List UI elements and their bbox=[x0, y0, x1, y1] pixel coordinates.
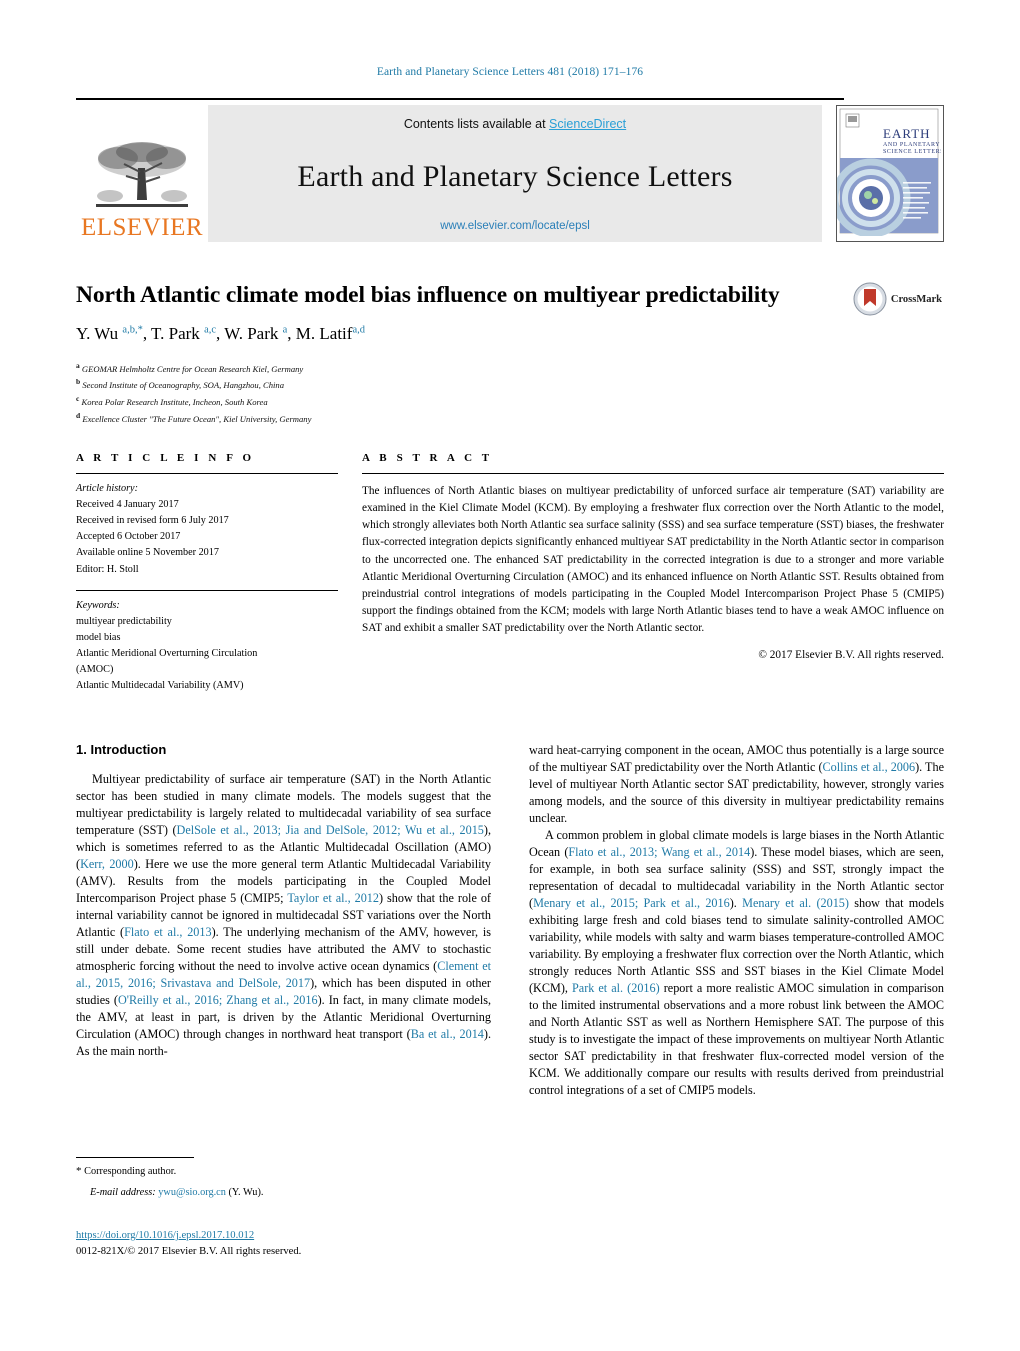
corresponding-author-text: Corresponding author. bbox=[84, 1166, 177, 1177]
author-list: Y. Wu a,b,*, T. Park a,c, W. Park a, M. … bbox=[76, 323, 365, 343]
section-heading-introduction: 1. Introduction bbox=[76, 742, 167, 757]
email-label: E-mail address: bbox=[90, 1186, 156, 1198]
affiliation-mark: a bbox=[76, 360, 80, 370]
affiliation-text: GEOMAR Helmholtz Centre for Ocean Resear… bbox=[81, 363, 304, 374]
keywords-block: Keywords: multiyear predictability model… bbox=[76, 598, 338, 695]
elsevier-logo: ELSEVIER bbox=[76, 105, 208, 242]
elsevier-tree-icon bbox=[96, 142, 188, 207]
keywords-label: Keywords: bbox=[76, 599, 120, 611]
affiliation-mark: d bbox=[76, 410, 81, 420]
affiliation-mark: c bbox=[76, 394, 80, 403]
history-item: Editor: H. Stoll bbox=[76, 563, 139, 575]
svg-text:EARTH: EARTH bbox=[883, 126, 931, 141]
info-abstract-region: A R T I C L E I N F O Article history: R… bbox=[76, 452, 944, 694]
masthead-top-rule bbox=[76, 98, 844, 100]
article-history-label: Article history: bbox=[76, 483, 138, 494]
keyword-item: Atlantic Meridional Overturning Circulat… bbox=[76, 647, 258, 659]
history-item: Available online 5 November 2017 bbox=[76, 547, 219, 559]
journal-cover-art: EARTH AND PLANETARY SCIENCE LETTERS bbox=[837, 106, 943, 238]
email-suffix: (Y. Wu). bbox=[228, 1186, 264, 1198]
crossmark-icon bbox=[853, 282, 887, 316]
crossmark-badge[interactable]: CrossMark bbox=[853, 282, 942, 316]
keyword-item: (AMOC) bbox=[76, 664, 114, 676]
affiliation-text: Excellence Cluster "The Future Ocean", K… bbox=[82, 413, 312, 424]
abstract-rule bbox=[362, 473, 944, 474]
article-history-block: Article history: Received 4 January 2017… bbox=[76, 481, 338, 578]
elsevier-wordmark: ELSEVIER bbox=[80, 214, 204, 241]
affiliation-item: c Korea Polar Research Institute, Incheo… bbox=[76, 393, 944, 410]
article-title-block: North Atlantic climate model bias influe… bbox=[76, 282, 944, 426]
keyword-item: multiyear predictability bbox=[76, 615, 172, 627]
history-item: Received 4 January 2017 bbox=[76, 499, 179, 511]
affiliation-text: Korea Polar Research Institute, Incheon,… bbox=[81, 396, 268, 407]
body-column-right: ward heat-carrying component in the ocea… bbox=[529, 742, 944, 1099]
doi-link[interactable]: https://doi.org/10.1016/j.epsl.2017.10.0… bbox=[76, 1230, 254, 1241]
affiliation-list: a GEOMAR Helmholtz Centre for Ocean Rese… bbox=[76, 360, 944, 427]
body-columns: 1. Introduction Multiyear predictability… bbox=[76, 742, 944, 1099]
doi-block: https://doi.org/10.1016/j.epsl.2017.10.0… bbox=[76, 1228, 506, 1261]
footnote-block: * Corresponding author. E-mail address: … bbox=[76, 1157, 491, 1200]
affiliation-text: Second Institute of Oceanography, SOA, H… bbox=[82, 380, 285, 391]
journal-homepage-link[interactable]: www.elsevier.com/locate/epsl bbox=[208, 220, 822, 232]
corresponding-author-note: * Corresponding author. bbox=[76, 1163, 491, 1180]
intro-paragraph-cont: ward heat-carrying component in the ocea… bbox=[529, 743, 944, 826]
svg-text:AND PLANETARY: AND PLANETARY bbox=[883, 142, 940, 148]
abstract-copyright: © 2017 Elsevier B.V. All rights reserved… bbox=[758, 649, 944, 662]
contents-prefix: Contents lists available at bbox=[403, 117, 550, 131]
article-page: Earth and Planetary Science Letters 481 … bbox=[0, 0, 1020, 1351]
abstract-heading: A B S T R A C T bbox=[362, 452, 493, 464]
article-info-column: A R T I C L E I N F O Article history: R… bbox=[76, 452, 338, 694]
journal-cover-thumbnail: EARTH AND PLANETARY SCIENCE LETTERS bbox=[836, 105, 944, 242]
history-item: Received in revised form 6 July 2017 bbox=[76, 515, 229, 527]
journal-title: Earth and Planetary Science Letters bbox=[297, 159, 733, 193]
abstract-column: A B S T R A C T The influences of North … bbox=[362, 452, 944, 694]
article-info-rule bbox=[76, 473, 338, 474]
affiliation-item: b Second Institute of Oceanography, SOA,… bbox=[76, 376, 944, 393]
affiliation-mark: b bbox=[76, 377, 81, 387]
history-item: Accepted 6 October 2017 bbox=[76, 531, 181, 543]
article-info-heading: A R T I C L E I N F O bbox=[76, 452, 255, 464]
page-title: North Atlantic climate model bias influe… bbox=[76, 282, 780, 308]
svg-text:SCIENCE LETTERS: SCIENCE LETTERS bbox=[883, 149, 941, 155]
footnote-star: * bbox=[76, 1165, 82, 1177]
contents-available-line: Contents lists available at ScienceDirec… bbox=[208, 117, 822, 131]
issn-copyright-line: 0012-821X/© 2017 Elsevier B.V. All right… bbox=[76, 1246, 302, 1258]
keyword-item: Atlantic Multidecadal Variability (AMV) bbox=[76, 680, 244, 692]
intro-paragraph-2: A common problem in global climate model… bbox=[529, 828, 944, 1098]
sciencedirect-link[interactable]: ScienceDirect bbox=[549, 117, 626, 131]
masthead-center: Contents lists available at ScienceDirec… bbox=[208, 105, 822, 242]
footnote-rule bbox=[76, 1157, 194, 1158]
body-column-left: 1. Introduction Multiyear predictability… bbox=[76, 742, 491, 1099]
abstract-text: The influences of North Atlantic biases … bbox=[362, 485, 944, 635]
keyword-item: model bias bbox=[76, 631, 121, 643]
affiliation-item: a GEOMAR Helmholtz Centre for Ocean Rese… bbox=[76, 360, 944, 377]
crossmark-label: CrossMark bbox=[890, 293, 942, 305]
email-link[interactable]: ywu@sio.org.cn bbox=[158, 1187, 226, 1198]
email-note: E-mail address: ywu@sio.org.cn (Y. Wu). bbox=[76, 1185, 491, 1200]
intro-paragraph: Multiyear predictability of surface air … bbox=[76, 772, 492, 1059]
keywords-rule bbox=[76, 589, 338, 591]
affiliation-item: d Excellence Cluster "The Future Ocean",… bbox=[76, 410, 944, 427]
running-head: Earth and Planetary Science Letters 481 … bbox=[376, 66, 644, 78]
journal-masthead: ELSEVIER Contents lists available at Sci… bbox=[76, 98, 944, 242]
